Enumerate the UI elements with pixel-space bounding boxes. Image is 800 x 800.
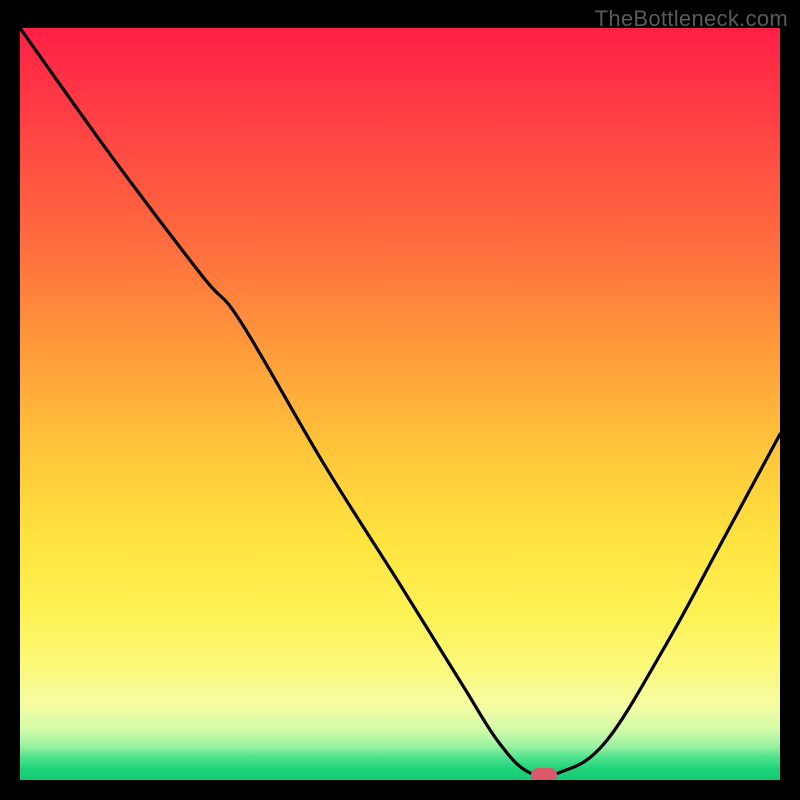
curve-path <box>20 28 780 777</box>
bottleneck-curve <box>20 28 780 780</box>
chart-frame: TheBottleneck.com <box>0 0 800 800</box>
plot-area <box>20 28 780 780</box>
optimal-marker <box>531 768 557 780</box>
